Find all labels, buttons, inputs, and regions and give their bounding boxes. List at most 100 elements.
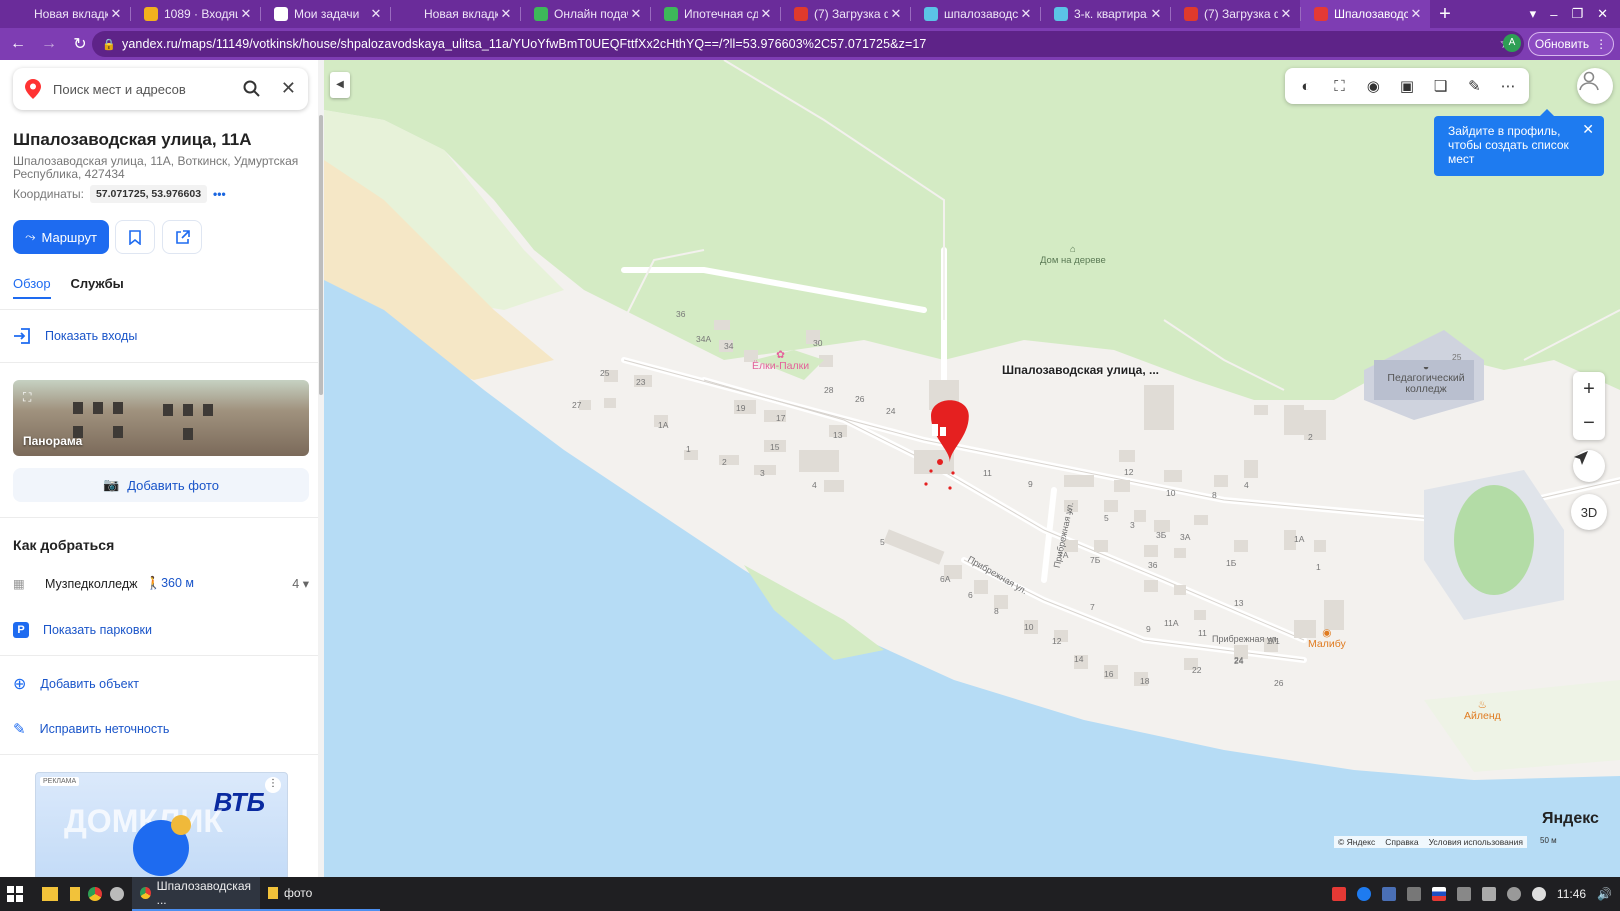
messenger-icon[interactable]	[1356, 887, 1371, 901]
taskbar-browser-window[interactable]: Шпалозаводская ...	[132, 877, 260, 911]
tab-search-icon[interactable]: ▾	[1530, 6, 1537, 22]
browser-tab[interactable]: Шпалозаводск ✕	[1300, 0, 1430, 28]
browser-tab[interactable]: Ипотечная сде✕	[650, 0, 780, 28]
tab-overview[interactable]: Обзор	[13, 276, 51, 299]
zoom-in-button[interactable]: +	[1573, 372, 1605, 406]
fix-error-link[interactable]: ✎ Исправить неточность	[13, 720, 169, 738]
help-link[interactable]: Справка	[1385, 837, 1418, 847]
browser-tab[interactable]: Новая вкладка✕	[0, 0, 130, 28]
collapse-sidebar-button[interactable]: ◀	[330, 72, 350, 98]
share-button[interactable]	[162, 220, 202, 254]
forward-button[interactable]: →	[36, 35, 62, 53]
yandex-logo[interactable]: Яндекс	[1542, 810, 1599, 828]
tab-services[interactable]: Службы	[71, 276, 124, 299]
bookmark-button[interactable]	[115, 220, 155, 254]
display-icon[interactable]	[1406, 887, 1421, 901]
zoom-out-button[interactable]: −	[1573, 406, 1605, 440]
close-tab-icon[interactable]: ✕	[108, 6, 124, 22]
reload-button[interactable]: ↻	[67, 34, 93, 54]
browser-tab[interactable]: шпалозаводск ✕	[910, 0, 1040, 28]
ruler-icon[interactable]: ✎	[1462, 74, 1486, 98]
close-tab-icon[interactable]: ✕	[888, 6, 904, 22]
ad-menu-button[interactable]: ⋮	[265, 777, 281, 793]
traffic-icon[interactable]: ◐	[1294, 74, 1318, 98]
close-tab-icon[interactable]: ✕	[628, 6, 644, 22]
close-tab-icon[interactable]: ✕	[1148, 6, 1164, 22]
volume-icon[interactable]: 🔊	[1597, 887, 1612, 901]
map-layers-icon[interactable]: ❏	[1429, 74, 1453, 98]
update-label: Обновить	[1534, 37, 1590, 51]
taskbar-folder-window[interactable]: фото	[260, 877, 380, 911]
close-tab-icon[interactable]: ✕	[1278, 6, 1294, 22]
browser-tab[interactable]: (7) Загрузка фо✕	[1170, 0, 1300, 28]
terms-link[interactable]: Условия использования	[1429, 837, 1523, 847]
route-button[interactable]: ⤳ Маршрут	[13, 220, 109, 254]
new-tab-button[interactable]: +	[1430, 3, 1460, 26]
search-icon[interactable]	[243, 80, 260, 102]
bus-icon[interactable]: ▣	[1395, 74, 1419, 98]
browser-tab[interactable]: 3-к. квартира, 6✕	[1040, 0, 1170, 28]
street-label: Прибрежная ул.	[1212, 634, 1279, 644]
close-tab-icon[interactable]: ✕	[368, 6, 384, 22]
more-icon[interactable]: ⋯	[1496, 74, 1520, 98]
close-icon[interactable]: ✕	[281, 78, 296, 99]
minimize-button[interactable]: –	[1550, 7, 1557, 22]
file-manager-icon[interactable]	[30, 877, 70, 911]
user-icon[interactable]	[1506, 887, 1521, 901]
close-tab-icon[interactable]: ✕	[758, 6, 774, 22]
folder-icon[interactable]	[70, 877, 88, 911]
network-icon[interactable]	[1481, 887, 1496, 901]
address-bar[interactable]: 🔒 yandex.ru/maps/11149/votkinsk/house/sh…	[92, 31, 1524, 57]
show-entrances-link[interactable]: Показать входы	[13, 328, 137, 344]
camera-icon[interactable]: ◉	[1361, 74, 1385, 98]
user-avatar-button[interactable]	[1577, 68, 1613, 104]
show-parking-link[interactable]: P Показать парковки	[13, 622, 152, 638]
poi-island[interactable]: ♨ Айленд	[1464, 700, 1501, 722]
close-tab-icon[interactable]: ✕	[1018, 6, 1034, 22]
drive-icon[interactable]	[1456, 887, 1471, 901]
maximize-button[interactable]: ❐	[1571, 6, 1583, 22]
copyright-text[interactable]: © Яндекс	[1338, 837, 1375, 847]
close-tooltip-icon[interactable]: ✕	[1582, 122, 1594, 136]
map-canvas[interactable]: 36 34А 34 30 28 26 24 25 23 27 1А 19 17 …	[324, 60, 1620, 877]
advertisement-banner[interactable]: РЕКЛАМА ВТБ ДОМКЛИК ⋮	[35, 772, 288, 877]
chrome-icon[interactable]	[88, 877, 110, 911]
my-location-button[interactable]	[1573, 450, 1605, 482]
marker-label[interactable]: Шпалозаводская улица, ...	[1002, 363, 1159, 377]
update-button[interactable]: Обновить ⋮	[1528, 32, 1614, 56]
browser-tab[interactable]: Онлайн подача✕	[520, 0, 650, 28]
browser-tab[interactable]: Мои задачи ✕	[260, 0, 390, 28]
poi-college[interactable]: ◒ Педагогический колледж	[1384, 362, 1468, 395]
profile-avatar[interactable]: A	[1503, 34, 1521, 52]
search-input[interactable]	[53, 81, 233, 97]
clock[interactable]: 11:46	[1557, 887, 1586, 901]
poi-elki-palki[interactable]: ✿ Ёлки-Палки	[752, 350, 809, 372]
poi-malibu[interactable]: ◉ Малибу	[1308, 628, 1346, 650]
browser-tab[interactable]: Новая вкладка✕	[390, 0, 520, 28]
add-object-link[interactable]: ⊕ Добавить объект	[13, 674, 139, 694]
3d-toggle-button[interactable]: 3D	[1571, 494, 1607, 530]
tree-house-label[interactable]: ⌂ Дом на дереве	[1040, 244, 1106, 266]
app-icon[interactable]	[110, 877, 132, 911]
close-tab-icon[interactable]: ✕	[498, 6, 514, 22]
sidebar-scrollbar[interactable]	[319, 115, 323, 395]
coords-more-button[interactable]: •••	[213, 187, 226, 201]
brightness-icon[interactable]	[1531, 887, 1546, 901]
layers-map-icon[interactable]: ⛶	[1328, 74, 1352, 98]
browser-tab[interactable]: (7) Загрузка фо✕	[780, 0, 910, 28]
back-button[interactable]: ←	[5, 35, 31, 53]
language-flag-icon[interactable]	[1431, 887, 1446, 901]
close-tab-icon[interactable]: ✕	[1408, 6, 1424, 22]
close-tab-icon[interactable]: ✕	[238, 6, 254, 22]
add-photo-button[interactable]: 📷 Добавить фото	[13, 468, 309, 502]
transit-stop-row[interactable]: ▦ Музпедколледж 🚶360 м 4 ▾	[13, 576, 309, 591]
browser-tab[interactable]: 1089 · Входящи✕	[130, 0, 260, 28]
antivirus-icon[interactable]	[1331, 887, 1346, 901]
close-window-button[interactable]: ✕	[1597, 6, 1608, 22]
start-button[interactable]	[0, 877, 30, 911]
bluetooth-icon[interactable]	[1381, 887, 1396, 901]
coords-value[interactable]: 57.071725, 53.976603	[89, 185, 208, 203]
panorama-thumbnail[interactable]: ⛶ Панорама	[13, 380, 309, 456]
house-number: 1	[1316, 562, 1321, 572]
house-number: 4	[812, 480, 817, 490]
